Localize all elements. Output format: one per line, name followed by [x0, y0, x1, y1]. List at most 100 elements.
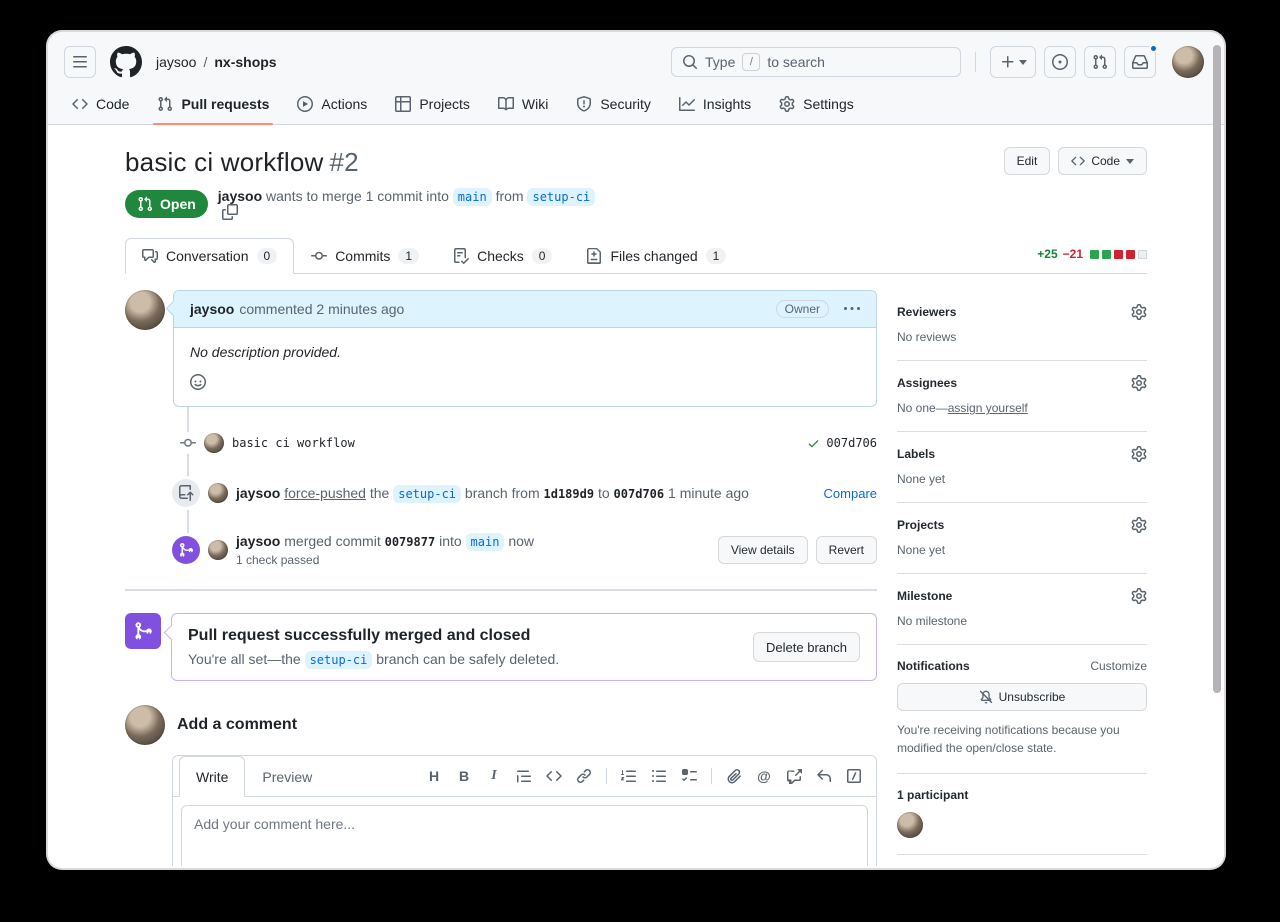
italic-button[interactable]: I: [480, 762, 508, 790]
owner-badge: Owner: [776, 300, 829, 318]
attach-file-button[interactable]: [720, 762, 748, 790]
comment-author-avatar[interactable]: [125, 290, 165, 330]
mention-button[interactable]: @: [750, 762, 778, 790]
breadcrumb-owner[interactable]: jaysoo: [156, 54, 196, 70]
gear-icon[interactable]: [1131, 375, 1147, 391]
gear-icon: [779, 96, 795, 112]
bold-button[interactable]: B: [450, 762, 478, 790]
compare-link[interactable]: Compare: [824, 486, 877, 501]
hamburger-menu-button[interactable]: [64, 46, 96, 78]
gear-icon[interactable]: [1131, 517, 1147, 533]
tab-conversation[interactable]: Conversation0: [125, 238, 294, 274]
quote-button[interactable]: [510, 762, 538, 790]
inbox-icon: [1132, 54, 1148, 70]
assignees-section: Assignees No one—assign yourself: [897, 361, 1147, 432]
tab-commits[interactable]: Commits1: [294, 238, 436, 274]
head-branch-label[interactable]: setup-ci: [393, 485, 461, 503]
commit-message[interactable]: basic ci workflow: [232, 436, 355, 450]
merged-commit-sha[interactable]: 0079877: [385, 535, 436, 549]
tab-files-changed[interactable]: Files changed1: [569, 238, 743, 274]
inbox-button[interactable]: [1124, 46, 1156, 78]
user-avatar[interactable]: [1172, 46, 1204, 78]
force-pushed-link[interactable]: force-pushed: [284, 485, 366, 501]
merged-banner-subtitle: You're all set—the setup-ci branch can b…: [188, 651, 559, 667]
event-author-avatar[interactable]: [208, 540, 228, 560]
nav-tab-security[interactable]: Security: [568, 84, 659, 124]
cross-reference-button[interactable]: [780, 762, 808, 790]
gear-icon[interactable]: [1131, 304, 1147, 320]
numbered-list-button[interactable]: [615, 762, 643, 790]
comment-textarea[interactable]: [181, 805, 868, 866]
pr-author[interactable]: jaysoo: [218, 188, 262, 204]
diffstat: +25 −21: [1037, 247, 1147, 273]
bullet-list-button[interactable]: [645, 762, 673, 790]
github-logo-icon[interactable]: [110, 46, 142, 78]
task-list-button[interactable]: [675, 762, 703, 790]
revert-button[interactable]: Revert: [816, 536, 877, 564]
old-commit-sha[interactable]: 1d189d9: [544, 487, 595, 501]
diffstat-block: [1138, 250, 1147, 259]
customize-link[interactable]: Customize: [1090, 659, 1147, 673]
comment-header: jaysoo commented 2 minutes ago Owner: [174, 291, 876, 328]
nav-tab-projects[interactable]: Projects: [387, 84, 478, 124]
reviewers-title: Reviewers: [897, 305, 956, 319]
search-input[interactable]: Type / to search: [671, 47, 961, 77]
check-status[interactable]: 1 check passed: [236, 553, 534, 567]
heading-button[interactable]: H: [420, 762, 448, 790]
event-author-avatar[interactable]: [208, 483, 228, 503]
check-icon[interactable]: [807, 437, 820, 450]
event-author[interactable]: jaysoo: [236, 533, 280, 549]
nav-tab-actions[interactable]: Actions: [289, 84, 375, 124]
preview-tab[interactable]: Preview: [245, 756, 329, 797]
add-reaction-icon[interactable]: [190, 374, 206, 390]
event-author[interactable]: jaysoo: [236, 485, 280, 501]
issues-button[interactable]: [1044, 46, 1076, 78]
scrollbar-thumb[interactable]: [1213, 45, 1221, 693]
base-branch-label[interactable]: main: [453, 188, 492, 206]
slash-commands-button[interactable]: [840, 762, 868, 790]
force-push-event: jaysoo force-pushed the setup-ci branch …: [125, 479, 877, 507]
kebab-menu-icon[interactable]: [844, 301, 860, 317]
breadcrumb-repo[interactable]: nx-shops: [214, 54, 276, 70]
nav-tab-insights[interactable]: Insights: [671, 84, 759, 124]
milestone-section: Milestone No milestone: [897, 574, 1147, 645]
head-branch-label[interactable]: setup-ci: [305, 651, 373, 669]
nav-tab-pull-requests[interactable]: Pull requests: [149, 84, 277, 124]
diffstat-block: [1090, 250, 1099, 259]
timeline: jaysoo commented 2 minutes ago Owner No …: [125, 290, 877, 567]
window-scrollbar[interactable]: [1210, 32, 1224, 868]
new-commit-sha[interactable]: 007d706: [614, 487, 665, 501]
participant-avatar[interactable]: [897, 812, 923, 838]
view-details-button[interactable]: View details: [718, 536, 808, 564]
create-new-button[interactable]: [990, 46, 1036, 78]
github-header: jaysoo / nx-shops Type / to search: [48, 32, 1224, 125]
nav-tab-code[interactable]: Code: [64, 84, 137, 124]
comment-author[interactable]: jaysoo: [190, 301, 234, 317]
code-button[interactable]: [540, 762, 568, 790]
nav-tab-settings[interactable]: Settings: [771, 84, 862, 124]
edit-button[interactable]: Edit: [1004, 147, 1051, 175]
copy-icon[interactable]: [222, 204, 238, 220]
commit-sha[interactable]: 007d706: [826, 436, 877, 450]
pull-requests-button[interactable]: [1084, 46, 1116, 78]
lock-conversation-button[interactable]: Lock conversation: [897, 855, 1147, 866]
commit-author-avatar[interactable]: [204, 433, 224, 453]
base-branch-label[interactable]: main: [466, 533, 505, 551]
toolbar-divider: [711, 768, 712, 784]
unsubscribe-button[interactable]: Unsubscribe: [897, 683, 1147, 711]
code-dropdown-button[interactable]: Code: [1058, 147, 1147, 175]
gear-icon[interactable]: [1131, 588, 1147, 604]
head-branch-label[interactable]: setup-ci: [527, 188, 595, 206]
write-tab[interactable]: Write: [179, 756, 245, 797]
assign-yourself-link[interactable]: assign yourself: [948, 401, 1028, 415]
gear-icon[interactable]: [1131, 446, 1147, 462]
saved-replies-button[interactable]: [810, 762, 838, 790]
search-placeholder-pre: Type: [705, 54, 735, 70]
delete-branch-button[interactable]: Delete branch: [753, 632, 860, 662]
event-timestamp: 1 minute ago: [668, 485, 749, 501]
tab-checks[interactable]: Checks0: [436, 238, 569, 274]
labels-section: Labels None yet: [897, 432, 1147, 503]
nav-tab-wiki[interactable]: Wiki: [490, 84, 556, 124]
add-comment-heading: Add a comment: [177, 716, 297, 734]
link-button[interactable]: [570, 762, 598, 790]
